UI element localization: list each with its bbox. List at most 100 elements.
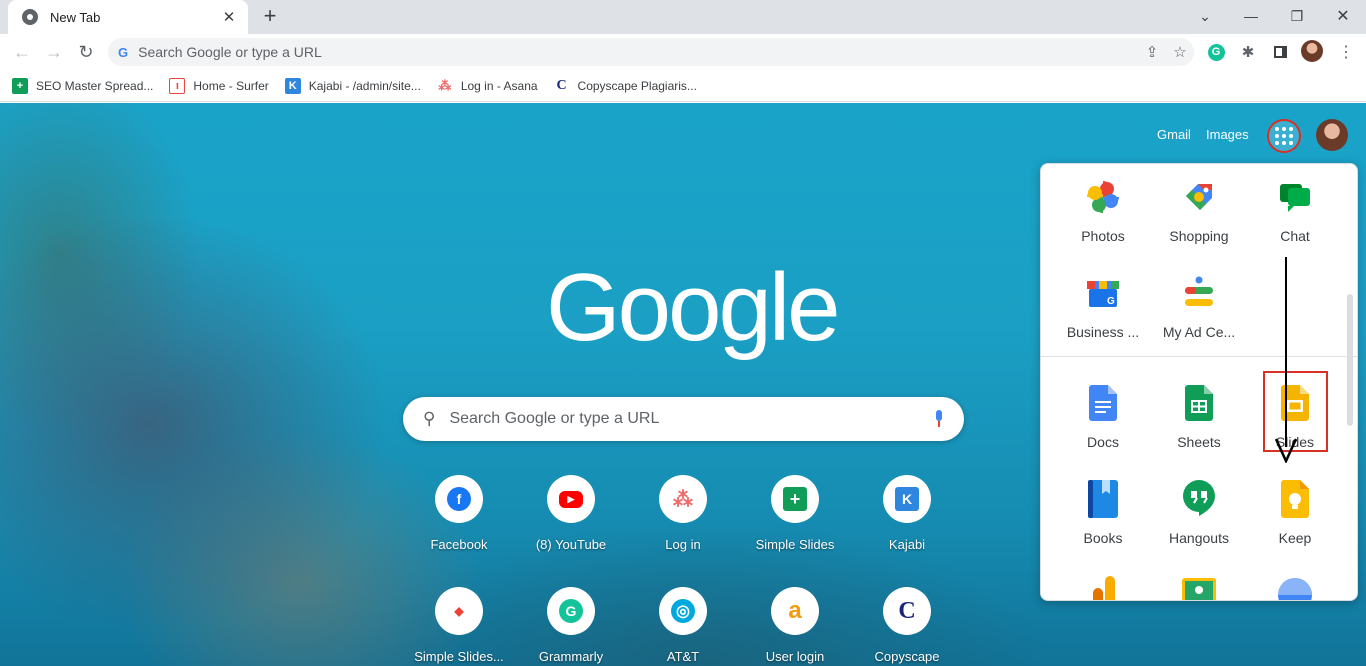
asana-icon: ⁂ (436, 77, 453, 94)
shortcut-user-login[interactable]: a User login (739, 587, 851, 666)
back-button[interactable]: ← (10, 40, 34, 64)
att-icon: ◎ (671, 599, 695, 623)
app-label: Photos (1081, 228, 1125, 244)
bookmark-seo-master[interactable]: + SEO Master Spread... (12, 77, 154, 94)
shortcut-label: Simple Slides (755, 537, 835, 552)
shortcut-label: Kajabi (888, 537, 926, 552)
app-business-profile[interactable]: G Business ... (1055, 274, 1151, 364)
app-label: Hangouts (1169, 530, 1229, 546)
svg-text:G: G (1107, 296, 1115, 307)
app-chat[interactable]: Chat (1247, 178, 1343, 268)
gmail-link[interactable]: Gmail (1157, 127, 1191, 142)
window-close-button[interactable]: ✕ (1320, 4, 1366, 28)
app-photos[interactable]: Photos (1055, 178, 1151, 268)
business-profile-icon: G (1084, 274, 1122, 312)
search-input[interactable]: ⚲ Search Google or type a URL (403, 397, 964, 441)
app-label: Keep (1278, 530, 1312, 546)
shortcut-label: User login (765, 649, 825, 664)
shortcut-label: (8) YouTube (535, 537, 607, 552)
chrome-menu-icon[interactable]: ⋮ (1334, 40, 1358, 64)
shortcut-simple-slides[interactable]: + Simple Slides (739, 475, 851, 579)
simple-slides-red-icon: ◆ (447, 599, 471, 623)
youtube-icon: ▶ (559, 490, 583, 508)
app-sheets[interactable]: Sheets (1151, 384, 1247, 474)
annotation-arrow-head (1275, 438, 1297, 463)
copyscape-icon: C (895, 598, 919, 624)
tab-strip: New Tab ✕ + ⌄ — ❐ ✕ (0, 0, 1366, 34)
images-link[interactable]: Images (1206, 127, 1249, 142)
app-partial-3[interactable] (1247, 576, 1343, 600)
bookmark-surfer[interactable]: ı Home - Surfer (169, 77, 269, 94)
grammarly-extension-icon[interactable]: G (1204, 40, 1228, 64)
bookmark-star-icon[interactable]: ☆ (1166, 38, 1194, 66)
photos-icon (1084, 178, 1122, 216)
new-tab-page: Gmail Images Google ⚲ Search Google or t… (0, 103, 1366, 666)
bookmarks-bar: + SEO Master Spread... ı Home - Surfer K… (0, 70, 1366, 102)
reload-button[interactable]: ↻ (74, 40, 98, 64)
panel-scrollbar[interactable] (1347, 294, 1353, 426)
panel-divider (1041, 356, 1357, 357)
classroom-icon (1180, 576, 1218, 600)
bookmark-label: Log in - Asana (460, 78, 538, 93)
extensions-puzzle-icon[interactable]: ✱ (1236, 40, 1260, 64)
shortcut-youtube[interactable]: ▶ (8) YouTube (515, 475, 627, 579)
search-placeholder: Search Google or type a URL (449, 410, 660, 427)
close-tab-icon[interactable]: ✕ (220, 8, 238, 26)
app-label: Docs (1087, 434, 1119, 450)
user-login-icon: a (783, 597, 807, 624)
address-bar[interactable]: G Search Google or type a URL ⇪ ☆ (108, 38, 1194, 66)
keep-icon (1276, 480, 1314, 518)
microphone-icon[interactable] (934, 410, 944, 428)
apps-grid-icon (1275, 127, 1293, 145)
profile-avatar[interactable] (1301, 40, 1323, 62)
shortcut-grammarly[interactable]: G Grammarly (515, 587, 627, 666)
earth-icon (1276, 576, 1314, 600)
forward-button[interactable]: → (42, 40, 66, 64)
app-label: Business ... (1066, 324, 1140, 340)
shortcut-att[interactable]: ◎ AT&T (627, 587, 739, 666)
kajabi-icon: K (895, 487, 919, 511)
tab-search-icon[interactable]: ⌄ (1182, 4, 1228, 28)
shopping-icon (1180, 178, 1218, 216)
bookmark-kajabi[interactable]: K Kajabi - /admin/site... (284, 77, 421, 94)
chrome-icon (22, 9, 38, 25)
grammarly-icon: G (559, 599, 583, 623)
app-shopping[interactable]: Shopping (1151, 178, 1247, 268)
bookmark-copyscape[interactable]: C Copyscape Plagiaris... (553, 77, 697, 94)
app-label: My Ad Ce... (1162, 324, 1236, 340)
annotation-arrow-line (1285, 257, 1287, 447)
minimize-button[interactable]: — (1228, 4, 1274, 28)
shortcut-simple-slides-2[interactable]: ◆ Simple Slides... (403, 587, 515, 666)
app-hangouts[interactable]: Hangouts (1151, 480, 1247, 570)
app-keep[interactable]: Keep (1247, 480, 1343, 570)
app-ad-center[interactable]: My Ad Ce... (1151, 274, 1247, 364)
google-apps-button[interactable] (1267, 119, 1301, 153)
maximize-button[interactable]: ❐ (1274, 4, 1320, 28)
address-bar-text: Search Google or type a URL (138, 44, 322, 60)
bookmark-asana[interactable]: ⁂ Log in - Asana (436, 77, 538, 94)
side-panel-icon[interactable] (1268, 40, 1292, 64)
app-books[interactable]: Books (1055, 480, 1151, 570)
google-logo: Google (546, 254, 841, 361)
shortcut-copyscape[interactable]: C Copyscape (851, 587, 963, 666)
shortcut-label: Log in (665, 537, 701, 552)
new-tab-button[interactable]: + (258, 5, 282, 29)
shortcut-kajabi[interactable]: K Kajabi (851, 475, 963, 579)
app-partial-2[interactable] (1151, 576, 1247, 600)
hangouts-icon (1180, 480, 1218, 518)
bookmark-label: Copyscape Plagiaris... (577, 78, 697, 93)
bookmark-label: Home - Surfer (193, 78, 269, 93)
sheets-icon: + (12, 77, 28, 94)
app-label: Chat (1280, 228, 1310, 244)
sheets-icon (1180, 384, 1218, 422)
shortcut-asana-login[interactable]: ⁂ Log in (627, 475, 739, 579)
app-partial-1[interactable] (1055, 576, 1151, 600)
chat-icon (1276, 178, 1314, 216)
shortcut-facebook[interactable]: f Facebook (403, 475, 515, 579)
account-avatar[interactable] (1316, 119, 1348, 151)
share-icon[interactable]: ⇪ (1138, 38, 1166, 66)
ad-center-icon (1180, 274, 1218, 312)
tab-new-tab[interactable]: New Tab ✕ (8, 0, 248, 34)
bookmark-label: SEO Master Spread... (36, 78, 154, 93)
app-docs[interactable]: Docs (1055, 384, 1151, 474)
